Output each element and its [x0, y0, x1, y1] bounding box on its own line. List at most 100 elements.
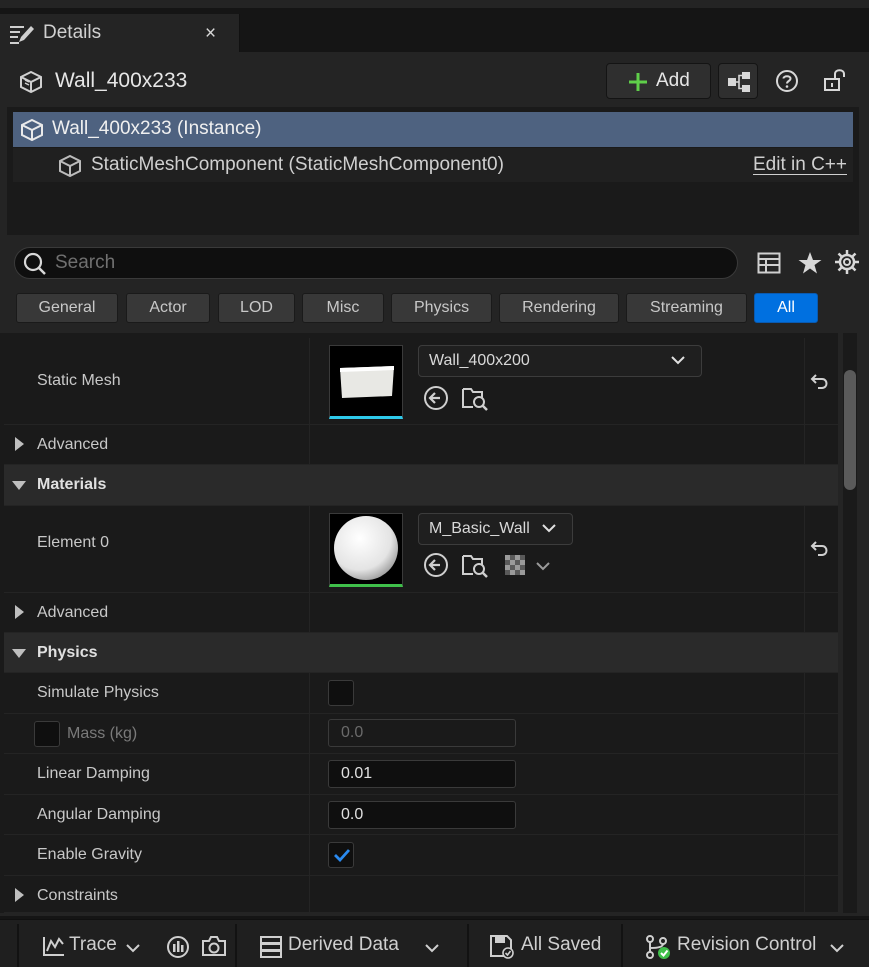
expand-arrow-icon[interactable] — [15, 437, 24, 451]
reset-to-default-icon[interactable] — [810, 373, 830, 391]
tree-item-instance-label: Wall_400x233 (Instance) — [52, 118, 262, 139]
details-tab[interactable]: Details × — [0, 14, 240, 52]
filter-rendering[interactable]: Rendering — [499, 293, 619, 323]
search-input[interactable] — [55, 251, 715, 275]
static-mesh-component-icon — [58, 154, 82, 178]
favorites-star-icon[interactable] — [797, 250, 823, 276]
filter-general[interactable]: General — [16, 293, 118, 323]
derived-data-menu[interactable]: Derived Data — [288, 934, 399, 956]
checker-texture-icon[interactable] — [504, 554, 526, 576]
trace-record-icon[interactable] — [166, 935, 190, 959]
actor-instance-icon — [20, 118, 44, 142]
chevron-down-icon — [542, 523, 556, 533]
property-row-mass: Mass (kg) 0.0 — [4, 714, 838, 754]
property-grid: Static Mesh Wall_400x200 Advanced Materi… — [0, 333, 838, 913]
add-button-label: Add — [656, 70, 690, 91]
static-mesh-thumbnail[interactable] — [329, 345, 403, 419]
chevron-down-icon[interactable] — [425, 943, 439, 953]
tree-item-static-mesh-component[interactable]: StaticMeshComponent (StaticMeshComponent… — [13, 148, 853, 182]
filter-actor[interactable]: Actor — [126, 293, 210, 323]
plus-icon — [627, 71, 649, 93]
materials-category-label: Materials — [37, 476, 107, 493]
mass-label: Mass (kg) — [67, 725, 138, 742]
derived-data-server-icon — [259, 935, 283, 959]
expand-arrow-icon[interactable] — [15, 605, 24, 619]
property-row-constraints[interactable]: Constraints — [4, 876, 838, 913]
chevron-down-icon[interactable] — [830, 943, 844, 953]
search-box[interactable] — [14, 247, 738, 279]
property-matrix-icon[interactable] — [757, 251, 781, 275]
angular-damping-label: Angular Damping — [37, 806, 161, 823]
static-mesh-dropdown[interactable]: Wall_400x200 — [418, 345, 702, 377]
element-0-label: Element 0 — [37, 534, 110, 551]
property-row-enable-gravity: Enable Gravity — [4, 835, 838, 876]
close-tab-icon[interactable]: × — [205, 23, 216, 45]
advanced-label: Advanced — [37, 604, 109, 621]
chevron-down-icon[interactable] — [536, 561, 550, 571]
static-mesh-value: Wall_400x200 — [429, 352, 530, 369]
property-row-advanced[interactable]: Advanced — [4, 593, 838, 633]
tree-item-component-label: StaticMeshComponent (StaticMeshComponent… — [91, 154, 504, 175]
save-disk-icon — [489, 934, 515, 960]
physics-category-label: Physics — [37, 644, 98, 661]
angular-damping-field[interactable]: 0.0 — [328, 801, 516, 829]
edit-in-cpp-link[interactable]: Edit in C++ — [753, 154, 847, 176]
details-pencil-icon — [9, 23, 35, 45]
mass-field: 0.0 — [328, 719, 516, 747]
chevron-down-icon — [671, 355, 685, 365]
simulate-physics-checkbox[interactable] — [328, 680, 354, 706]
screenshot-camera-icon[interactable] — [201, 934, 227, 958]
filter-physics[interactable]: Physics — [391, 293, 492, 323]
property-row-simulate-physics: Simulate Physics — [4, 673, 838, 714]
collapse-arrow-icon[interactable] — [12, 649, 26, 658]
lock-icon[interactable] — [823, 67, 849, 93]
property-row-advanced[interactable]: Advanced — [4, 425, 838, 465]
mass-override-checkbox[interactable] — [34, 721, 60, 747]
add-component-button[interactable]: Add — [606, 63, 711, 99]
actor-cube-icon — [19, 70, 43, 94]
collapse-arrow-icon[interactable] — [12, 481, 26, 490]
expand-arrow-icon[interactable] — [15, 888, 24, 902]
enable-gravity-checkbox[interactable] — [328, 842, 354, 868]
material-dropdown[interactable]: M_Basic_Wall — [418, 513, 573, 545]
hierarchy-icon — [727, 71, 751, 93]
property-row-static-mesh: Static Mesh Wall_400x200 — [4, 338, 838, 425]
help-icon[interactable] — [775, 69, 799, 93]
blueprint-hierarchy-button[interactable] — [718, 63, 758, 99]
all-saved-button[interactable]: All Saved — [521, 934, 601, 956]
scrollbar-thumb[interactable] — [844, 370, 856, 490]
trace-menu[interactable]: Trace — [69, 934, 117, 956]
filter-lod[interactable]: LOD — [218, 293, 295, 323]
reset-to-default-icon[interactable] — [810, 540, 830, 558]
category-materials[interactable]: Materials — [4, 465, 838, 506]
revision-control-menu[interactable]: Revision Control — [677, 934, 816, 956]
enable-gravity-label: Enable Gravity — [37, 846, 142, 863]
property-row-element-0: Element 0 M_Basic_Wall — [4, 506, 838, 593]
trace-chart-icon — [42, 935, 66, 957]
category-physics[interactable]: Physics — [4, 633, 838, 673]
property-row-linear-damping: Linear Damping 0.01 — [4, 754, 838, 795]
use-selected-arrow-icon[interactable] — [423, 385, 449, 411]
status-bar: Trace Derived Data All Saved Revision Co… — [0, 919, 869, 967]
material-value: M_Basic_Wall — [429, 520, 530, 537]
material-thumbnail[interactable] — [329, 513, 403, 587]
linear-damping-label: Linear Damping — [37, 765, 150, 782]
use-selected-arrow-icon[interactable] — [423, 552, 449, 578]
filter-misc[interactable]: Misc — [302, 293, 384, 323]
actor-name: Wall_400x233 — [55, 69, 188, 92]
browse-folder-icon[interactable] — [461, 384, 489, 412]
filter-streaming[interactable]: Streaming — [626, 293, 747, 323]
settings-gear-icon[interactable] — [834, 249, 860, 275]
tree-item-instance[interactable]: Wall_400x233 (Instance) — [13, 112, 853, 147]
checkmark-icon — [333, 848, 351, 862]
revision-control-icon — [645, 934, 671, 960]
browse-folder-icon[interactable] — [461, 551, 489, 579]
filter-all[interactable]: All — [754, 293, 818, 323]
chevron-down-icon[interactable] — [126, 943, 140, 953]
linear-damping-field[interactable]: 0.01 — [328, 760, 516, 788]
search-icon — [23, 252, 47, 276]
constraints-label: Constraints — [37, 887, 118, 904]
tab-label: Details — [43, 22, 102, 43]
property-row-angular-damping: Angular Damping 0.0 — [4, 795, 838, 835]
simulate-physics-label: Simulate Physics — [37, 684, 159, 701]
